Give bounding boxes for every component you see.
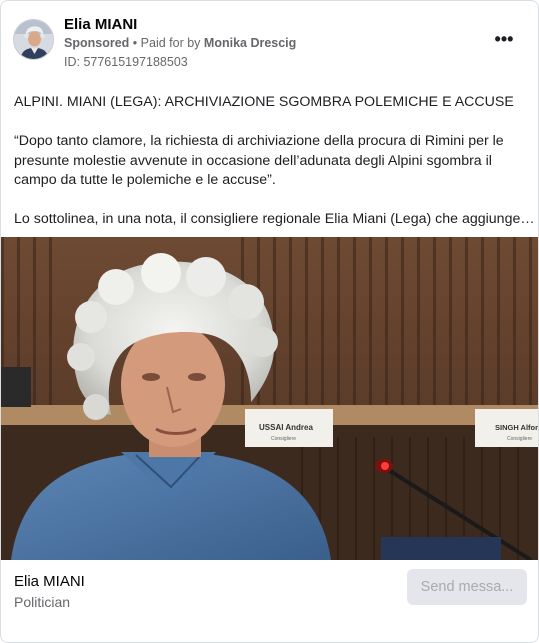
nameplate-name: SINGH Alfonso — [495, 423, 539, 432]
post-body: ALPINI. MIANI (LEGA): ARCHIVIAZIONE SGOM… — [14, 93, 535, 230]
sponsored-label: Sponsored — [64, 36, 130, 50]
nameplate-role: Consigliere — [271, 436, 296, 442]
ad-image[interactable]: USSAI Andrea Consigliere SINGH Alfonso C… — [1, 237, 539, 560]
ad-footer: Elia MIANI Politician Send messa... — [1, 560, 538, 642]
footer-page-name[interactable]: Elia MIANI — [14, 573, 85, 590]
ad-header: Elia MIANI Sponsored • Paid for by Monik… — [13, 13, 526, 73]
footer-category: Politician — [14, 594, 71, 610]
paid-for-label: Paid for by — [140, 36, 201, 50]
nameplate-name: USSAI Andrea — [259, 423, 313, 432]
sponsored-line: Sponsored • Paid for by Monika Drescig — [64, 36, 296, 50]
more-options-icon[interactable]: ••• — [490, 30, 518, 53]
avatar-image — [14, 20, 53, 59]
post-excerpt[interactable]: Lo sottolinea, in una nota, il consiglie… — [14, 210, 535, 230]
avatar[interactable] — [13, 19, 54, 60]
nameplate-ussai: USSAI Andrea Consigliere — [245, 409, 333, 447]
nameplate-singh: SINGH Alfonso Consigliere — [475, 409, 539, 447]
ad-card: Elia MIANI Sponsored • Paid for by Monik… — [0, 0, 539, 643]
nameplate-role: Consigliere — [507, 436, 532, 442]
separator-dot: • — [132, 36, 138, 50]
ad-id: ID: 577615197188503 — [64, 55, 188, 69]
send-message-button[interactable]: Send messa... — [407, 569, 527, 605]
ad-photo: USSAI Andrea Consigliere SINGH Alfonso C… — [1, 237, 539, 560]
payer-name: Monika Drescig — [203, 36, 297, 50]
page-name[interactable]: Elia MIANI — [64, 16, 137, 33]
post-quote: “Dopo tanto clamore, la richiesta di arc… — [14, 133, 504, 188]
post-headline: ALPINI. MIANI (LEGA): ARCHIVIAZIONE SGOM… — [14, 94, 514, 110]
